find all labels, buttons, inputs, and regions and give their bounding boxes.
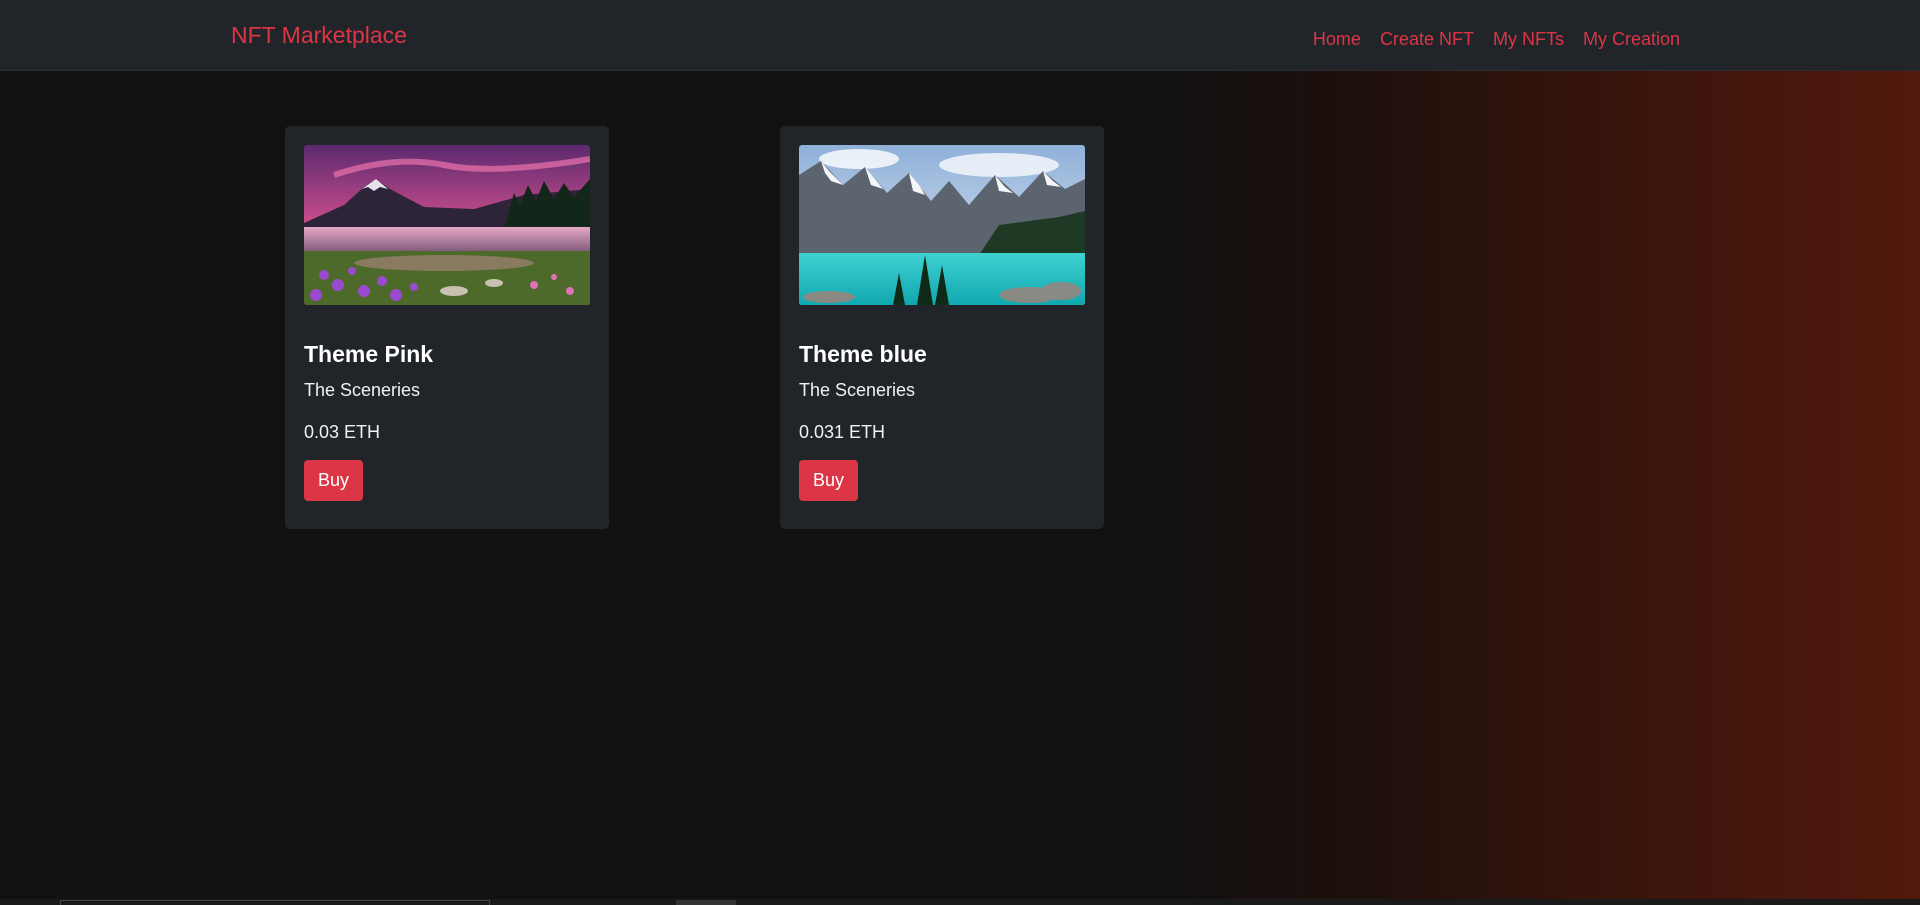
scrollbar-track[interactable]: [60, 900, 490, 905]
nav-home-link[interactable]: Home: [1313, 29, 1361, 50]
brand-link[interactable]: NFT Marketplace: [231, 22, 407, 49]
nft-price: 0.031 ETH: [799, 422, 886, 442]
nav-links: Home Create NFT My NFTs My Creation: [1313, 29, 1680, 50]
nav-create-nft-link[interactable]: Create NFT: [1380, 29, 1474, 50]
pink-lake-sunset-image: [304, 145, 590, 305]
turquoise-mountain-lake-image: [799, 145, 1085, 305]
nft-collection: The Sceneries: [304, 380, 421, 400]
buy-button[interactable]: Buy: [304, 460, 364, 501]
nft-card: Theme Pink The Sceneries 0.03 ETH Buy: [285, 126, 609, 529]
nav-my-nfts-link[interactable]: My NFTs: [1493, 29, 1564, 50]
buy-button[interactable]: Buy: [799, 460, 859, 501]
navbar: NFT Marketplace Home Create NFT My NFTs …: [0, 0, 1920, 71]
nft-title: Theme Pink: [304, 341, 434, 367]
nft-price: 0.03 ETH: [304, 422, 381, 442]
scrollbar-thumb[interactable]: [676, 900, 736, 905]
nft-card: Theme blue The Sceneries 0.031 ETH Buy: [780, 126, 1104, 529]
nft-title: Theme blue: [799, 341, 927, 367]
nft-collection: The Sceneries: [799, 380, 916, 400]
nav-my-creation-link[interactable]: My Creation: [1583, 29, 1680, 50]
